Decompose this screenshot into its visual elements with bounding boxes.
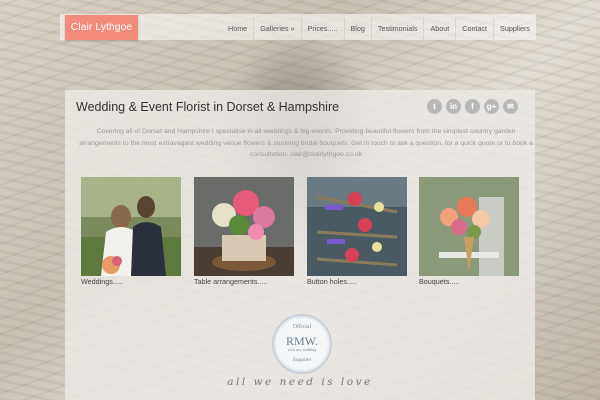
nav-blog[interactable]: Blog: [343, 18, 371, 40]
gallery-card-bouquets[interactable]: Bouquets.....: [419, 177, 519, 286]
gallery-card-table-arrangements[interactable]: Table arrangements.....: [194, 177, 294, 286]
facebook-icon[interactable]: f: [465, 99, 480, 114]
email-icon[interactable]: ✉: [503, 99, 518, 114]
linkedin-icon[interactable]: in: [446, 99, 461, 114]
page-title: Wedding & Event Florist in Dorset & Hamp…: [76, 100, 340, 114]
badge-top-text: Official: [292, 324, 312, 330]
gallery-card-button-holes[interactable]: Button holes.....: [307, 177, 407, 286]
nav-galleries[interactable]: Galleries »: [253, 18, 300, 40]
gallery-caption[interactable]: Bouquets.....: [419, 277, 459, 286]
button-holes-photo[interactable]: [307, 177, 407, 276]
badge-bottom-text: Supplier: [292, 357, 312, 363]
rmw-supplier-badge[interactable]: Official RMW. rock my wedding Supplier: [272, 314, 332, 374]
gallery-caption[interactable]: Button holes.....: [307, 277, 357, 286]
gallery-card-weddings[interactable]: Weddings.....: [81, 177, 181, 286]
badge-sub-text: rock my wedding: [288, 347, 316, 352]
nav-testimonials[interactable]: Testimonials: [370, 18, 424, 40]
google-plus-icon[interactable]: g+: [484, 99, 499, 114]
social-links: t in f g+ ✉: [427, 99, 518, 114]
nav-home[interactable]: Home: [222, 18, 253, 40]
nav-about[interactable]: About: [423, 18, 455, 40]
site-logo[interactable]: Clair Lythgoe: [65, 15, 138, 40]
nav-suppliers[interactable]: Suppliers: [493, 18, 536, 40]
table-arrangement-photo[interactable]: [194, 177, 294, 276]
gallery-caption[interactable]: Table arrangements.....: [194, 277, 268, 286]
main-nav: Home Galleries » Prices..... Blog Testim…: [222, 18, 536, 40]
gallery-caption[interactable]: Weddings.....: [81, 277, 123, 286]
intro-text: Covering all of Dorset and Hampshire I s…: [79, 128, 533, 158]
wedding-couple-photo[interactable]: [81, 177, 181, 276]
nav-prices[interactable]: Prices.....: [300, 18, 344, 40]
footer-tagline: all we need is love: [227, 376, 373, 388]
bouquet-photo[interactable]: [419, 177, 519, 276]
twitter-icon[interactable]: t: [427, 99, 442, 114]
nav-contact[interactable]: Contact: [455, 18, 493, 40]
